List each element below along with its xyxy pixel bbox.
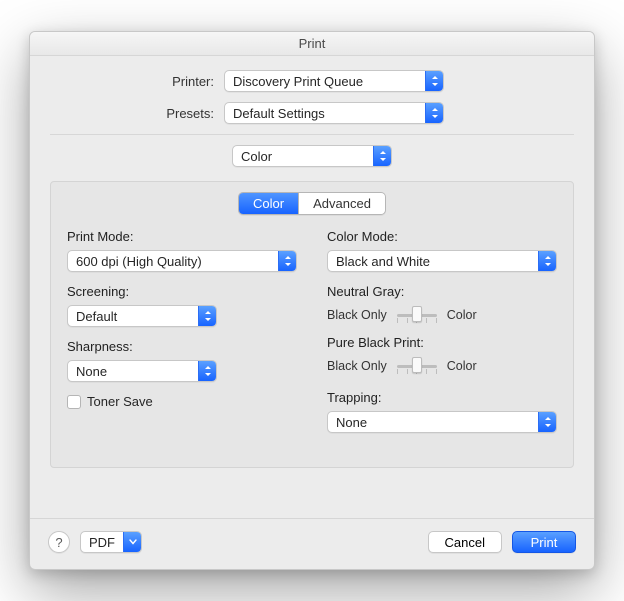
printer-value: Discovery Print Queue	[233, 74, 425, 89]
updown-icon	[198, 306, 216, 326]
pdf-menu[interactable]: PDF	[80, 531, 142, 553]
right-column: Color Mode: Black and White Neutral Gray…	[327, 229, 557, 445]
divider	[50, 134, 574, 135]
pure-black-slider[interactable]	[397, 356, 437, 376]
presets-label: Presets:	[50, 106, 224, 121]
left-column: Print Mode: 600 dpi (High Quality) Scree…	[67, 229, 297, 445]
neutral-gray-label: Neutral Gray:	[327, 284, 557, 299]
help-button[interactable]: ?	[48, 531, 70, 553]
screening-value: Default	[76, 309, 198, 324]
slider-left-label: Black Only	[327, 308, 387, 322]
chevron-down-icon	[123, 532, 141, 552]
toner-save-label: Toner Save	[87, 394, 153, 409]
trapping-value: None	[336, 415, 538, 430]
updown-icon	[198, 361, 216, 381]
trapping-label: Trapping:	[327, 390, 557, 405]
print-dialog: Print Printer: Discovery Print Queue Pre…	[29, 31, 595, 570]
trapping-select[interactable]: None	[327, 411, 557, 433]
pdf-label: PDF	[81, 535, 123, 550]
cancel-button[interactable]: Cancel	[428, 531, 502, 553]
color-mode-select[interactable]: Black and White	[327, 250, 557, 272]
color-mode-label: Color Mode:	[327, 229, 557, 244]
pure-black-label: Pure Black Print:	[327, 335, 557, 350]
tab-color[interactable]: Color	[239, 193, 298, 214]
print-mode-value: 600 dpi (High Quality)	[76, 254, 278, 269]
updown-icon	[373, 146, 391, 166]
print-mode-label: Print Mode:	[67, 229, 297, 244]
presets-value: Default Settings	[233, 106, 425, 121]
screening-label: Screening:	[67, 284, 297, 299]
dialog-content: Printer: Discovery Print Queue Presets: …	[30, 56, 594, 468]
neutral-gray-slider[interactable]	[397, 305, 437, 325]
sharpness-label: Sharpness:	[67, 339, 297, 354]
slider-right-label: Color	[447, 359, 477, 373]
presets-select[interactable]: Default Settings	[224, 102, 444, 124]
window-title: Print	[30, 32, 594, 56]
print-button[interactable]: Print	[512, 531, 576, 553]
printer-label: Printer:	[50, 74, 224, 89]
print-mode-select[interactable]: 600 dpi (High Quality)	[67, 250, 297, 272]
slider-left-label: Black Only	[327, 359, 387, 373]
updown-icon	[538, 251, 556, 271]
slider-right-label: Color	[447, 308, 477, 322]
updown-icon	[425, 71, 443, 91]
updown-icon	[278, 251, 296, 271]
printer-select[interactable]: Discovery Print Queue	[224, 70, 444, 92]
updown-icon	[425, 103, 443, 123]
sharpness-select[interactable]: None	[67, 360, 217, 382]
screening-select[interactable]: Default	[67, 305, 217, 327]
color-mode-value: Black and White	[336, 254, 538, 269]
sharpness-value: None	[76, 364, 198, 379]
section-select[interactable]: Color	[232, 145, 392, 167]
tab-advanced[interactable]: Advanced	[298, 193, 385, 214]
footer: ? PDF Cancel Print	[30, 518, 594, 569]
section-value: Color	[241, 149, 373, 164]
options-panel: Color Advanced Print Mode: 600 dpi (High…	[50, 181, 574, 468]
tab-group: Color Advanced	[67, 192, 557, 215]
toner-save-checkbox[interactable]	[67, 395, 81, 409]
updown-icon	[538, 412, 556, 432]
